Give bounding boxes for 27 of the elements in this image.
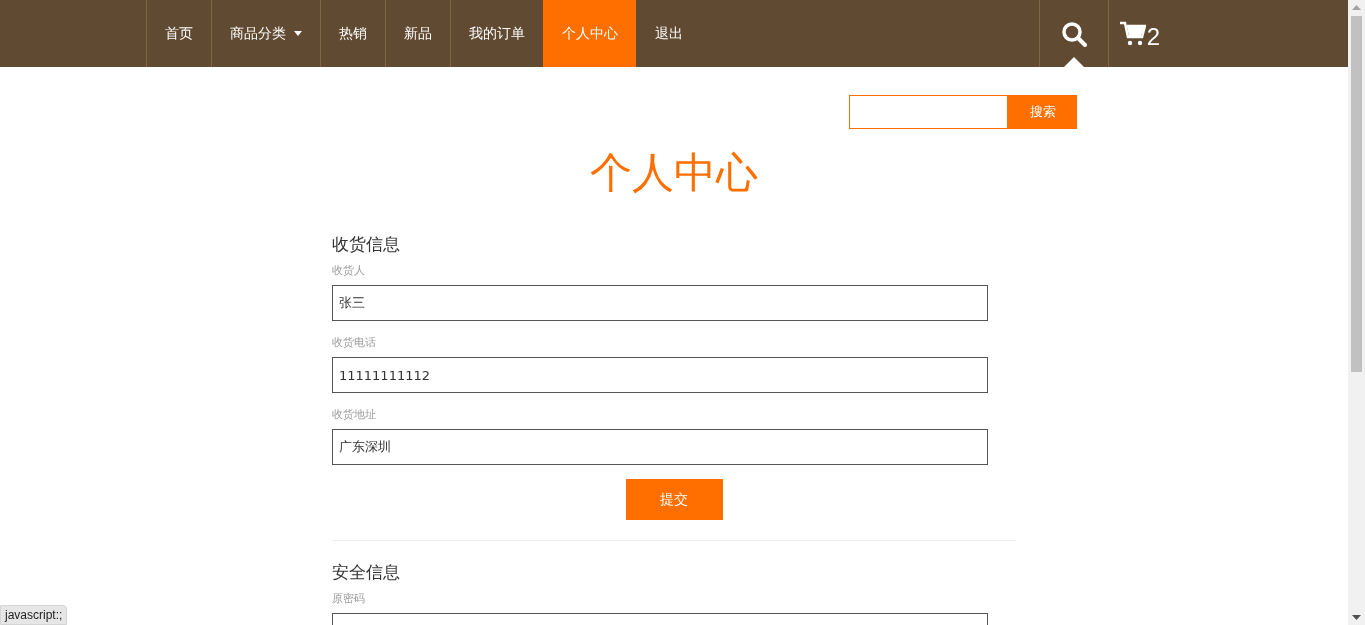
field-label: 收货地址 (332, 407, 377, 422)
cart-link[interactable]: 2 (1108, 0, 1171, 67)
scroll-thumb[interactable] (1351, 16, 1362, 372)
search-icon (1061, 20, 1087, 47)
field-label: 收货电话 (332, 335, 377, 350)
nav-link[interactable]: 商品分类 (211, 0, 320, 67)
cart-icon (1119, 20, 1146, 47)
section-heading: 收货信息 (332, 233, 401, 255)
section-heading: 安全信息 (332, 561, 401, 583)
nav-link[interactable]: 首页 (146, 0, 211, 67)
cart-count: 2 (1146, 22, 1161, 51)
scroll-up-icon (1352, 5, 1361, 10)
scrollbar[interactable] (1348, 0, 1365, 625)
search-field[interactable] (849, 95, 1008, 129)
input-field[interactable]: 张三 (332, 285, 988, 321)
page-title: 个人中心 (589, 147, 759, 199)
field-label: 收货人 (332, 263, 366, 278)
input-field[interactable]: 11111111112 (332, 357, 988, 393)
nav-link[interactable]: 热销 (320, 0, 385, 67)
input-field[interactable]: 广东深圳 (332, 429, 988, 465)
status-bar: javascript:; (0, 605, 68, 625)
scroll-down-icon (1352, 615, 1361, 620)
caret-icon (294, 31, 302, 36)
pointer-icon (1064, 57, 1084, 67)
nav-link[interactable]: 新品 (385, 0, 450, 67)
field-label: 原密码 (332, 591, 366, 606)
nav-link[interactable]: 退出 (636, 0, 701, 67)
